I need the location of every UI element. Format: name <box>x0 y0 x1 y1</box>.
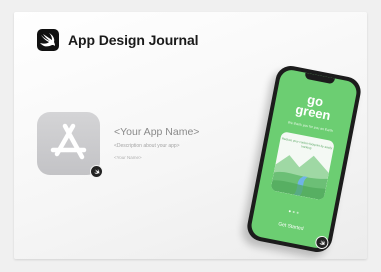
app-store-icon <box>37 112 103 178</box>
brand-title: App Design Journal <box>68 32 199 48</box>
phone-screen: go green We thank you for you an Earth R… <box>249 68 359 250</box>
swift-logo-icon <box>37 29 59 51</box>
onboarding-illustration: Reduce your carbon footprint by easily t… <box>270 131 335 201</box>
app-name: <Your App Name> <box>114 126 200 138</box>
landscape-icon <box>270 155 329 201</box>
phone-mockup: go green We thank you for you an Earth R… <box>244 63 364 255</box>
app-author: <Your Name> <box>114 155 142 160</box>
journal-card: App Design Journal <Your App Name> <Desc… <box>14 12 367 259</box>
app-description: <Description about your app> <box>114 143 180 149</box>
swift-badge-icon <box>90 165 103 178</box>
brand-header: App Design Journal <box>37 29 199 51</box>
phone-notch <box>304 72 335 85</box>
